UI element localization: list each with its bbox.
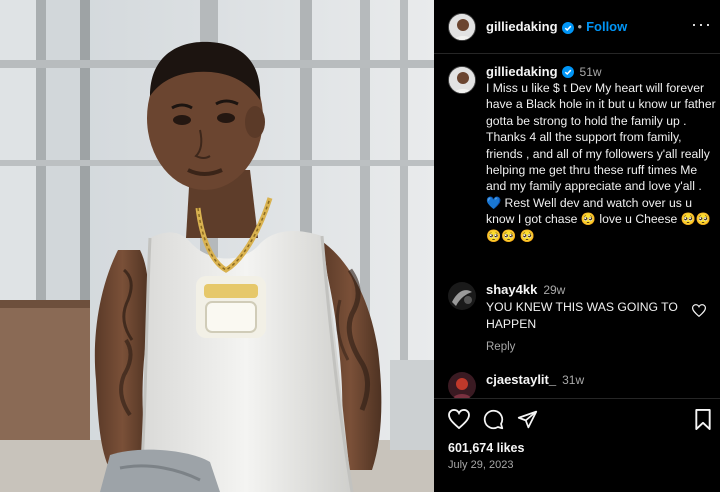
comment-username[interactable]: shay4kk [486, 282, 537, 297]
post-caption: gilliedaking 51w I Miss u like $ t Dev M… [448, 64, 716, 244]
comment-timestamp[interactable]: 29w [543, 283, 565, 297]
comment-timestamp[interactable]: 31w [562, 373, 584, 387]
more-options-icon[interactable]: ··· [691, 14, 712, 35]
likes-count[interactable]: 601,674 likes [448, 441, 524, 455]
header-username[interactable]: gilliedaking [486, 19, 558, 34]
post-header: gilliedaking • Follow ··· [434, 0, 720, 54]
comment-item: cjaestaylit_ 31w [448, 372, 716, 400]
post-image [0, 0, 434, 492]
post-photo[interactable] [0, 0, 434, 492]
verified-badge-icon [561, 65, 574, 78]
caption-username[interactable]: gilliedaking [486, 64, 558, 79]
comment-avatar[interactable] [448, 372, 476, 400]
post-actions-bar: 601,674 likes July 29, 2023 [434, 398, 720, 492]
comment-like-heart-icon[interactable] [691, 304, 707, 322]
comment-item: shay4kk 29w YOU KNEW THIS WAS GOING TO H… [448, 282, 716, 353]
instagram-post: gilliedaking • Follow ··· gilliedaking 5… [0, 0, 720, 492]
comment-text: YOU KNEW THIS WAS GOING TO HAPPEN [486, 300, 678, 331]
avatar[interactable] [448, 12, 476, 41]
post-side-panel: gilliedaking • Follow ··· gilliedaking 5… [434, 0, 720, 492]
follow-button[interactable]: Follow [586, 19, 627, 34]
share-icon[interactable] [517, 409, 538, 435]
comment-username[interactable]: cjaestaylit_ [486, 372, 556, 387]
reply-button[interactable]: Reply [486, 341, 716, 353]
comment-icon[interactable] [483, 409, 504, 435]
caption-avatar[interactable] [448, 66, 476, 94]
post-date[interactable]: July 29, 2023 [448, 459, 513, 471]
caption-text: I Miss u like $ t Dev My heart will fore… [486, 81, 716, 243]
comment-avatar[interactable] [448, 282, 476, 310]
separator-dot: • [577, 19, 583, 34]
heart-icon[interactable] [448, 408, 470, 435]
verified-badge-icon [561, 21, 574, 34]
caption-timestamp[interactable]: 51w [580, 65, 602, 79]
bookmark-icon[interactable] [694, 409, 712, 435]
